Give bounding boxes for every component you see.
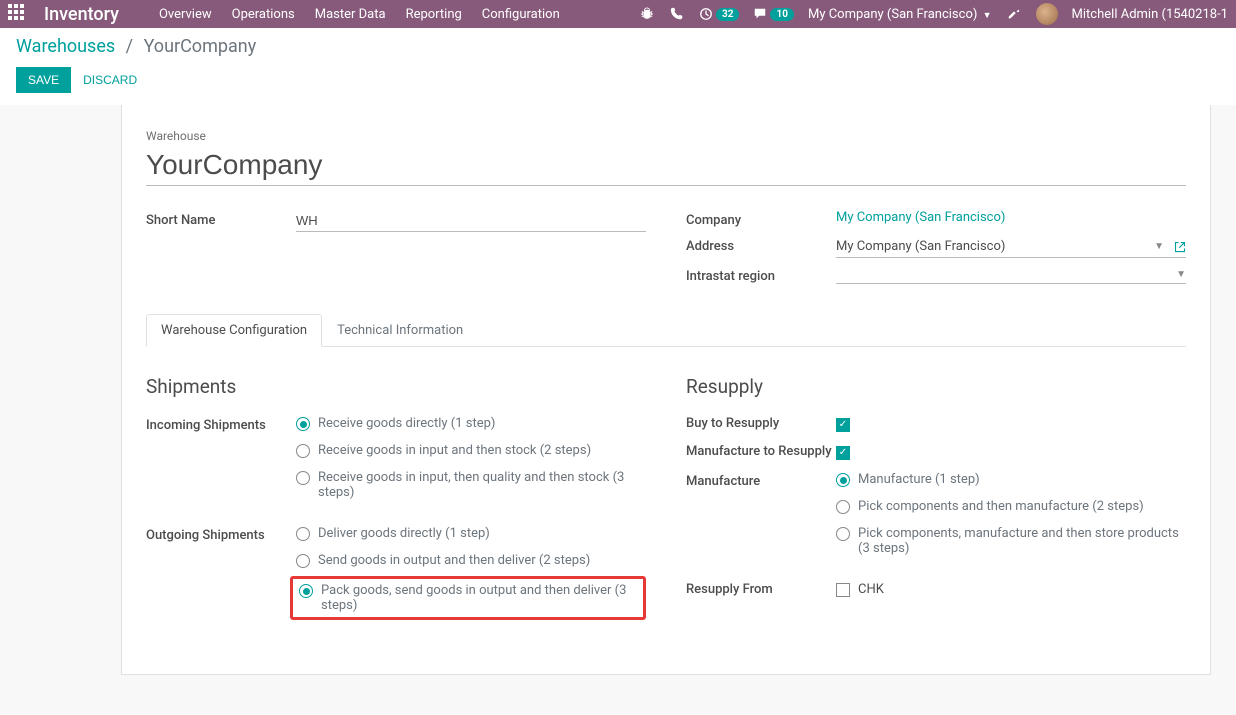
highlight-annotation: Pack goods, send goods in output and the… [290, 576, 646, 620]
bug-icon[interactable] [639, 6, 655, 22]
resupply-from-label: Resupply From [686, 582, 836, 597]
manufacture-to-resupply-checkbox[interactable] [836, 446, 850, 460]
section-shipments: Shipments Incoming Shipments Receive goo… [146, 375, 646, 634]
incoming-option-1step[interactable]: Receive goods directly (1 step) [296, 416, 646, 431]
manufacture-option-1step[interactable]: Manufacture (1 step) [836, 472, 1186, 487]
buy-to-resupply-label: Buy to Resupply [686, 416, 836, 431]
company-label: Company [686, 210, 836, 228]
radio-icon [296, 471, 310, 485]
radio-icon [296, 444, 310, 458]
breadcrumb-parent[interactable]: Warehouses [16, 36, 115, 57]
breadcrumb: Warehouses / YourCompany [16, 36, 1220, 57]
debug-icon[interactable] [1006, 6, 1022, 22]
outgoing-option-1step-label: Deliver goods directly (1 step) [318, 526, 490, 541]
breadcrumb-current: YourCompany [144, 36, 257, 57]
radio-icon [296, 417, 310, 431]
tabs: Warehouse Configuration Technical Inform… [146, 314, 1186, 347]
company-name: My Company (San Francisco) [808, 7, 977, 22]
activities-button[interactable]: 32 [699, 7, 739, 21]
menu-overview[interactable]: Overview [159, 7, 212, 22]
menu-operations[interactable]: Operations [232, 7, 295, 22]
main-menu: Overview Operations Master Data Reportin… [159, 7, 639, 22]
form-sheet: Warehouse Short Name Company My Company … [121, 105, 1211, 675]
chevron-down-icon[interactable]: ▼ [1154, 241, 1164, 252]
brand-title[interactable]: Inventory [44, 4, 119, 25]
radio-icon [296, 527, 310, 541]
incoming-option-2steps-label: Receive goods in input and then stock (2… [318, 443, 591, 458]
short-name-input[interactable] [296, 210, 646, 232]
activities-badge: 32 [716, 8, 739, 21]
control-panel: Warehouses / YourCompany SAVE DISCARD [0, 28, 1236, 93]
manufacture-option-2steps-label: Pick components and then manufacture (2 … [858, 499, 1144, 514]
messages-badge: 10 [770, 8, 793, 21]
radio-icon [836, 500, 850, 514]
external-link-icon[interactable] [1174, 241, 1186, 253]
manufacture-label: Manufacture [686, 472, 836, 568]
section-resupply: Resupply Buy to Resupply Manufacture to … [686, 375, 1186, 634]
outgoing-option-3steps-label: Pack goods, send goods in output and the… [321, 583, 637, 613]
intrastat-label: Intrastat region [686, 266, 836, 284]
tab-technical-information[interactable]: Technical Information [322, 314, 478, 347]
messages-button[interactable]: 10 [753, 7, 793, 21]
incoming-shipments-label: Incoming Shipments [146, 416, 296, 512]
shipments-heading: Shipments [146, 375, 646, 398]
buy-to-resupply-checkbox[interactable] [836, 418, 850, 432]
manufacture-option-2steps[interactable]: Pick components and then manufacture (2 … [836, 499, 1186, 514]
short-name-label: Short Name [146, 210, 296, 228]
discard-button[interactable]: DISCARD [83, 73, 137, 87]
manufacture-option-3steps[interactable]: Pick components, manufacture and then st… [836, 526, 1186, 556]
save-button[interactable]: SAVE [16, 67, 71, 93]
resupply-from-chk-checkbox[interactable] [836, 583, 850, 597]
warehouse-label: Warehouse [146, 129, 1186, 143]
incoming-option-3steps-label: Receive goods in input, then quality and… [318, 470, 646, 500]
manufacture-option-1step-label: Manufacture (1 step) [858, 472, 980, 487]
chevron-down-icon: ▼ [983, 11, 992, 21]
form-background: Warehouse Short Name Company My Company … [0, 105, 1236, 715]
outgoing-shipments-label: Outgoing Shipments [146, 526, 296, 620]
chevron-down-icon[interactable]: ▼ [1176, 269, 1186, 280]
incoming-option-1step-label: Receive goods directly (1 step) [318, 416, 495, 431]
outgoing-option-2steps-label: Send goods in output and then deliver (2… [318, 553, 590, 568]
phone-icon[interactable] [669, 6, 685, 22]
radio-icon [836, 527, 850, 541]
outgoing-option-1step[interactable]: Deliver goods directly (1 step) [296, 526, 646, 541]
resupply-heading: Resupply [686, 375, 1186, 398]
menu-reporting[interactable]: Reporting [406, 7, 462, 22]
outgoing-option-2steps[interactable]: Send goods in output and then deliver (2… [296, 553, 646, 568]
company-link[interactable]: My Company (San Francisco) [836, 210, 1005, 225]
resupply-from-chk-label: CHK [858, 582, 884, 597]
incoming-option-3steps[interactable]: Receive goods in input, then quality and… [296, 470, 646, 500]
incoming-option-2steps[interactable]: Receive goods in input and then stock (2… [296, 443, 646, 458]
radio-icon [299, 584, 313, 598]
address-label: Address [686, 236, 836, 254]
apps-icon[interactable] [8, 4, 28, 24]
radio-icon [296, 554, 310, 568]
navbar: Inventory Overview Operations Master Dat… [0, 0, 1236, 28]
manufacture-to-resupply-label: Manufacture to Resupply [686, 444, 836, 459]
tab-warehouse-configuration[interactable]: Warehouse Configuration [146, 314, 322, 347]
user-avatar[interactable] [1036, 3, 1058, 25]
address-select[interactable]: My Company (San Francisco) [836, 239, 1154, 254]
warehouse-name-input[interactable] [146, 147, 1186, 186]
menu-configuration[interactable]: Configuration [482, 7, 560, 22]
menu-master-data[interactable]: Master Data [315, 7, 386, 22]
outgoing-option-3steps[interactable]: Pack goods, send goods in output and the… [299, 583, 637, 613]
user-name[interactable]: Mitchell Admin (1540218-1 [1072, 7, 1228, 22]
breadcrumb-separator: / [126, 36, 133, 57]
manufacture-option-3steps-label: Pick components, manufacture and then st… [858, 526, 1186, 556]
company-switcher[interactable]: My Company (San Francisco) ▼ [808, 7, 992, 22]
radio-icon [836, 473, 850, 487]
